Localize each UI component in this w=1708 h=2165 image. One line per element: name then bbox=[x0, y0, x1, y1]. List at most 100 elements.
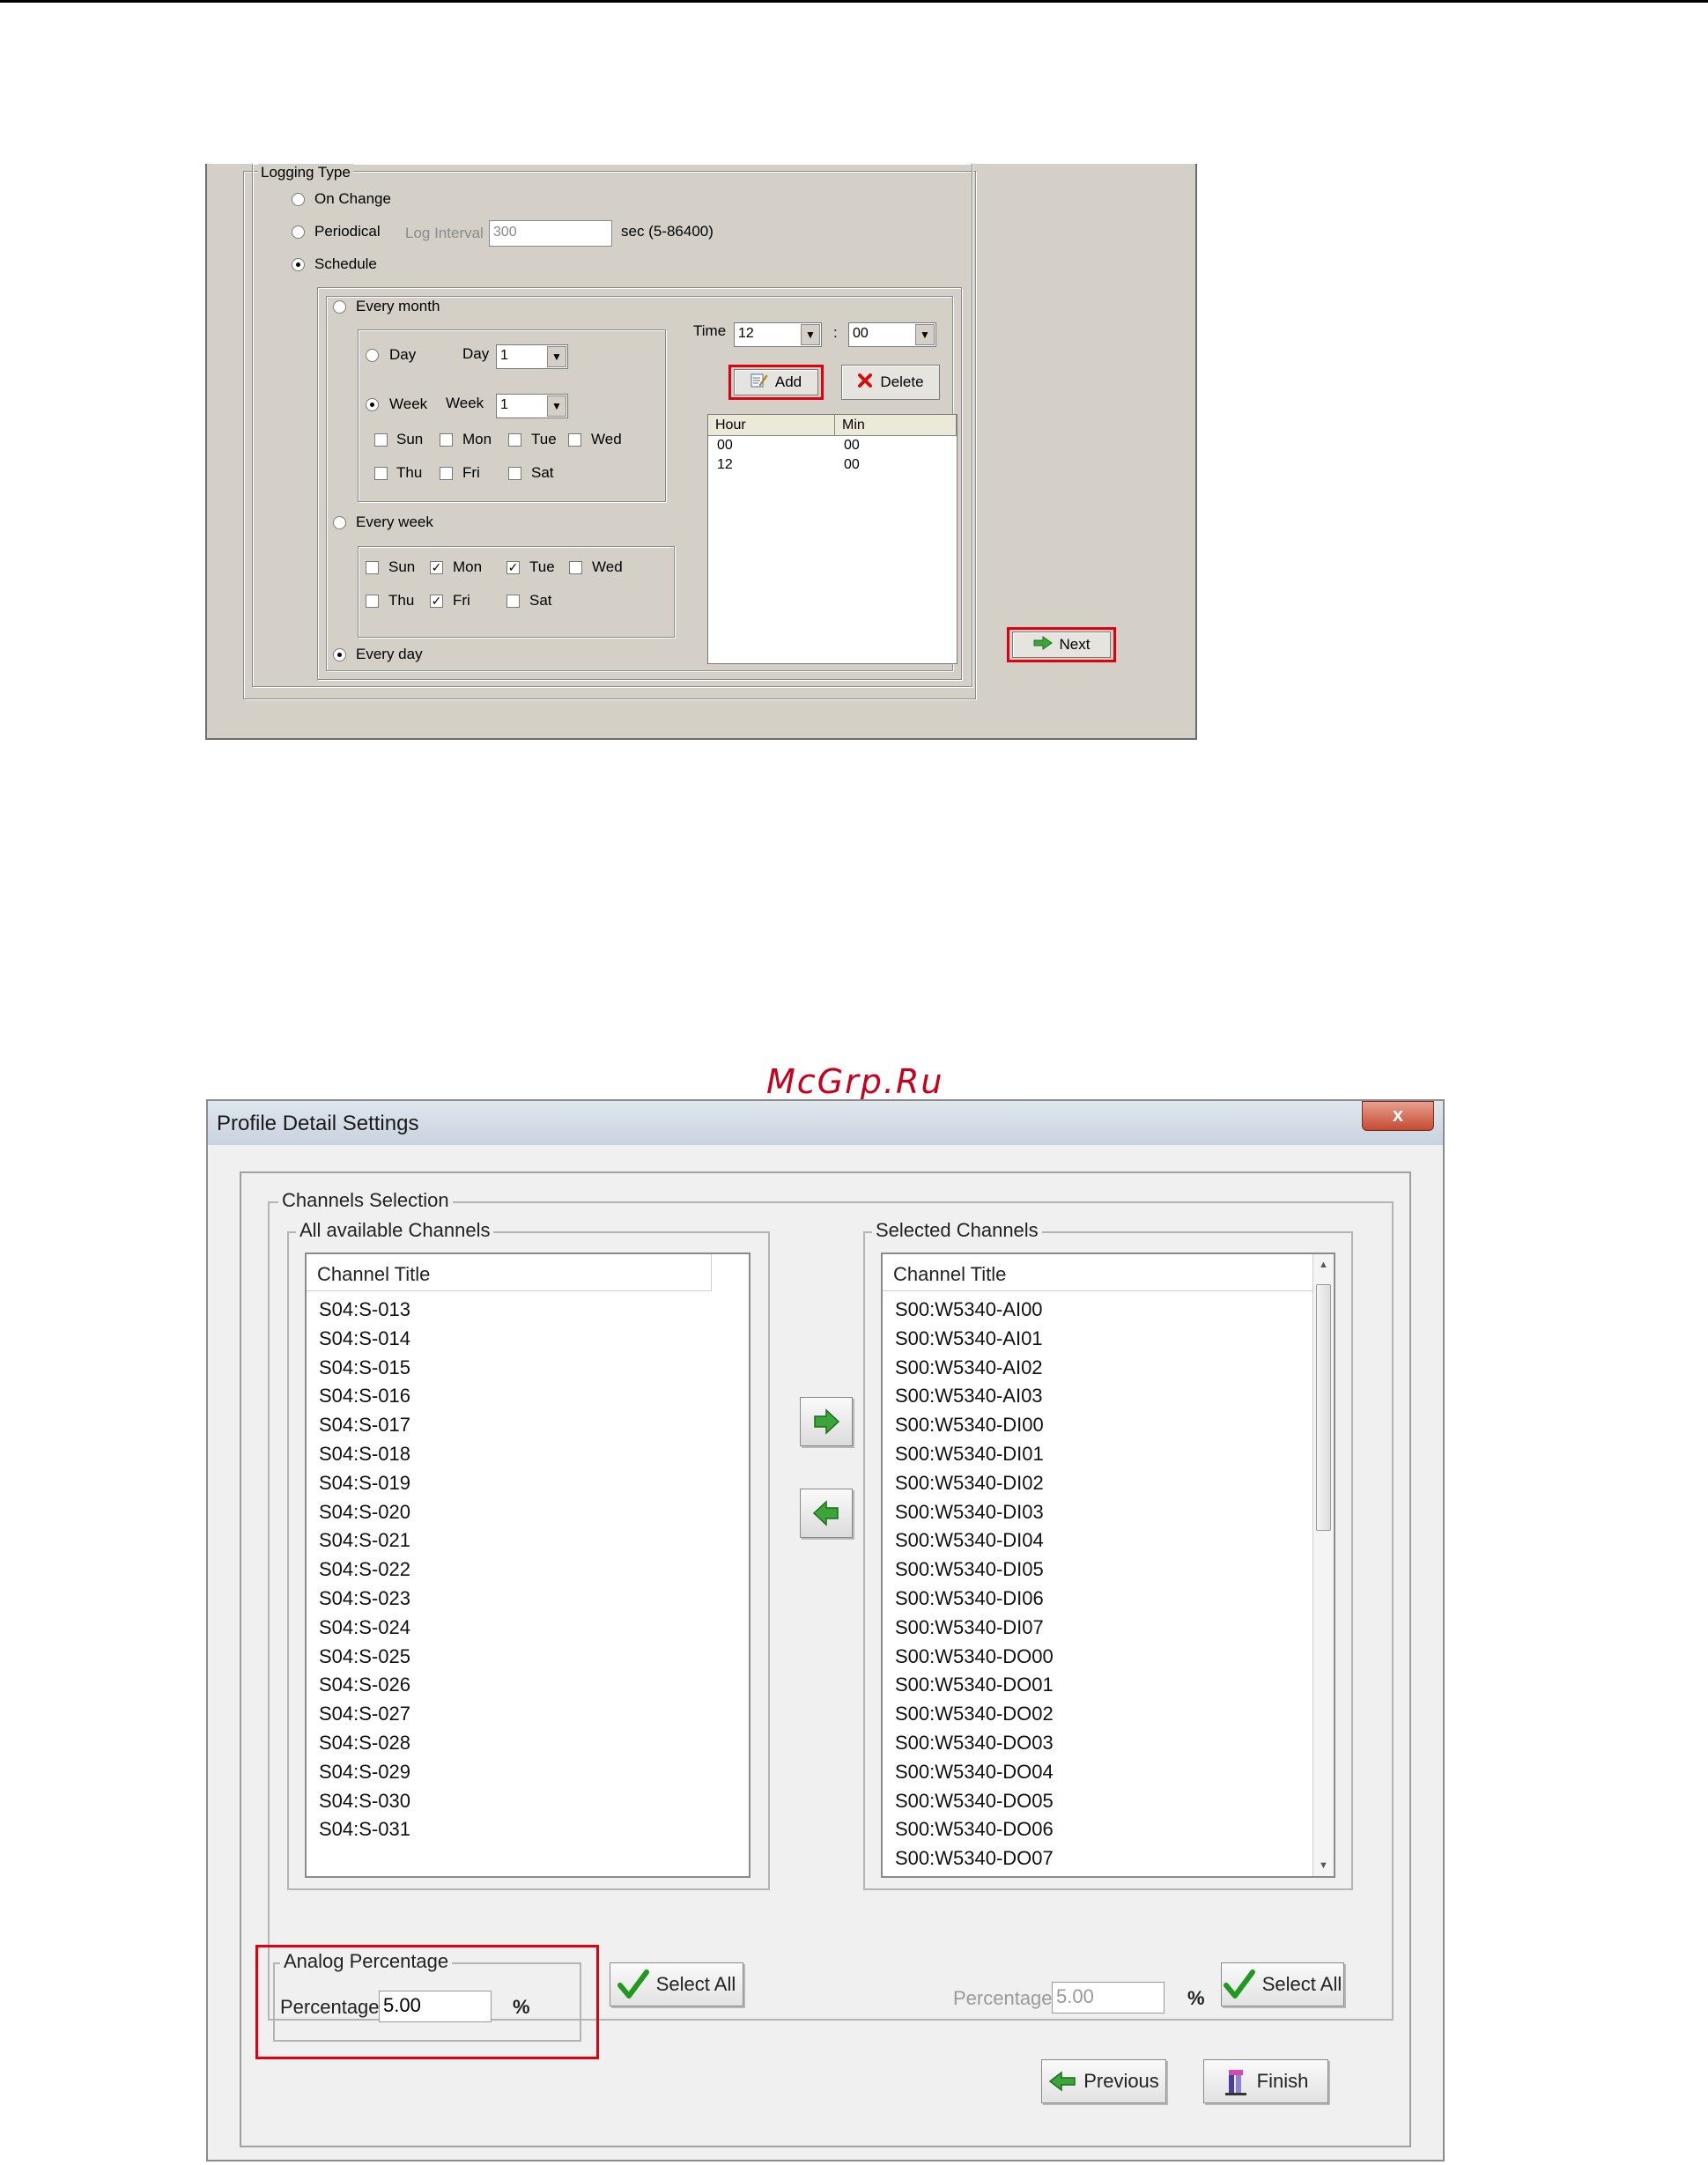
month-day-sat-checkbox[interactable] bbox=[508, 467, 521, 480]
list-item[interactable]: S00:W5340-DO00 bbox=[895, 1645, 1054, 1668]
list-item[interactable]: S00:W5340-DI03 bbox=[895, 1501, 1044, 1524]
list-item[interactable]: S00:W5340-DI06 bbox=[895, 1587, 1044, 1610]
week-day-mon-checkbox[interactable]: ✓ bbox=[430, 561, 443, 574]
week-day-wed-checkbox[interactable] bbox=[569, 561, 582, 574]
list-item[interactable]: S04:S-027 bbox=[319, 1703, 410, 1725]
month-day-wed-checkbox[interactable] bbox=[568, 433, 581, 447]
every-day-radio[interactable] bbox=[333, 648, 346, 661]
chevron-down-icon[interactable]: ▼ bbox=[801, 324, 820, 345]
on-change-radio[interactable] bbox=[292, 193, 305, 206]
checkmark-icon bbox=[617, 1969, 649, 1999]
list-item[interactable]: S04:S-017 bbox=[319, 1414, 410, 1437]
list-row-1-hour[interactable]: 00 bbox=[717, 438, 733, 454]
available-channels-list[interactable]: Channel Title S04:S-013 S04:S-014 S04:S-01… bbox=[305, 1252, 750, 1878]
list-item[interactable]: S04:S-016 bbox=[319, 1385, 410, 1408]
chevron-down-icon[interactable]: ▼ bbox=[915, 324, 935, 345]
schedule-time-list[interactable]: Hour Min 00 00 12 00 bbox=[707, 414, 958, 664]
schedule-radio[interactable] bbox=[292, 258, 305, 271]
week-select[interactable]: 1 ▼ bbox=[496, 394, 568, 418]
list-row-2-hour[interactable]: 12 bbox=[717, 457, 733, 473]
list-item[interactable]: S00:W5340-AI03 bbox=[895, 1385, 1043, 1408]
move-left-button[interactable] bbox=[800, 1489, 853, 1538]
list-item[interactable]: S04:S-030 bbox=[319, 1790, 410, 1813]
month-day-fri-checkbox[interactable] bbox=[440, 467, 453, 480]
scrollbar-thumb[interactable] bbox=[1316, 1284, 1331, 1531]
selected-column-header[interactable]: Channel Title bbox=[883, 1254, 1314, 1291]
month-day-mon-checkbox[interactable] bbox=[440, 433, 453, 447]
list-item[interactable]: S04:S-026 bbox=[319, 1674, 410, 1696]
scroll-up-icon[interactable]: ▲ bbox=[1319, 1260, 1328, 1270]
scroll-down-icon[interactable]: ▼ bbox=[1319, 1860, 1328, 1871]
list-item[interactable]: S04:S-020 bbox=[319, 1501, 410, 1524]
week-day-sun-checkbox[interactable] bbox=[366, 561, 379, 574]
log-interval-input[interactable]: 300 bbox=[489, 220, 612, 247]
list-item[interactable]: S00:W5340-DI05 bbox=[895, 1558, 1044, 1581]
close-button[interactable]: x bbox=[1362, 1101, 1434, 1131]
week-day-tue-checkbox[interactable]: ✓ bbox=[506, 561, 520, 574]
right-percentage-input[interactable]: 5.00 bbox=[1052, 1982, 1165, 2014]
list-item[interactable]: S00:W5340-AI00 bbox=[895, 1298, 1043, 1321]
list-item[interactable]: S04:S-018 bbox=[319, 1443, 410, 1466]
list-item[interactable]: S00:W5340-DO07 bbox=[895, 1847, 1054, 1870]
time-min-select[interactable]: 00 ▼ bbox=[848, 322, 936, 347]
chevron-down-icon[interactable]: ▼ bbox=[547, 346, 566, 367]
list-item[interactable]: S00:W5340-DO06 bbox=[895, 1818, 1054, 1841]
list-item[interactable]: S00:W5340-DI00 bbox=[895, 1414, 1044, 1437]
chevron-down-icon[interactable]: ▼ bbox=[547, 395, 566, 417]
delete-button[interactable]: Delete bbox=[841, 365, 940, 400]
month-day-thu-checkbox[interactable] bbox=[374, 467, 388, 480]
list-item[interactable]: S00:W5340-AI01 bbox=[895, 1327, 1043, 1350]
month-day-sun-checkbox[interactable] bbox=[374, 433, 388, 447]
list-item[interactable]: S00:W5340-DI01 bbox=[895, 1443, 1044, 1466]
available-column-header[interactable]: Channel Title bbox=[307, 1254, 712, 1291]
list-header-hour[interactable]: Hour bbox=[708, 415, 835, 436]
list-item[interactable]: S04:S-029 bbox=[319, 1761, 410, 1784]
list-row-1-min[interactable]: 00 bbox=[844, 438, 860, 454]
list-item[interactable]: S04:S-015 bbox=[319, 1356, 410, 1379]
week-label: Week bbox=[446, 395, 484, 411]
list-item[interactable]: S00:W5340-DO04 bbox=[895, 1761, 1054, 1784]
list-item[interactable]: S00:W5340-DI02 bbox=[895, 1472, 1044, 1495]
periodical-radio[interactable] bbox=[292, 225, 305, 239]
list-item[interactable]: S00:W5340-DO03 bbox=[895, 1732, 1054, 1755]
percentage-input[interactable]: 5.00 bbox=[379, 1991, 492, 2022]
week-day-sat-checkbox[interactable] bbox=[506, 595, 520, 608]
move-right-button[interactable] bbox=[800, 1397, 853, 1446]
week-day-thu-checkbox[interactable] bbox=[366, 595, 379, 608]
month-day-tue-checkbox[interactable] bbox=[508, 433, 521, 447]
select-all-right-button[interactable]: Select All bbox=[1221, 1962, 1344, 2006]
list-item[interactable]: S04:S-022 bbox=[319, 1558, 410, 1581]
day-radio[interactable] bbox=[366, 349, 379, 362]
finish-button[interactable]: Finish bbox=[1203, 2059, 1328, 2103]
list-item[interactable]: S04:S-021 bbox=[319, 1529, 410, 1552]
selected-list-scrollbar[interactable]: ▲ ▼ bbox=[1312, 1254, 1334, 1876]
week-day-thu-label: Thu bbox=[388, 592, 415, 609]
week-radio[interactable] bbox=[366, 398, 379, 411]
list-row-2-min[interactable]: 00 bbox=[844, 457, 860, 473]
list-item[interactable]: S04:S-019 bbox=[319, 1472, 410, 1495]
list-item[interactable]: S04:S-013 bbox=[319, 1298, 410, 1321]
list-item[interactable]: S04:S-025 bbox=[319, 1645, 410, 1668]
list-header-min[interactable]: Min bbox=[835, 415, 957, 436]
list-item[interactable]: S00:W5340-DO01 bbox=[895, 1674, 1054, 1696]
every-month-radio[interactable] bbox=[333, 300, 346, 314]
list-item[interactable]: S04:S-031 bbox=[319, 1818, 410, 1841]
time-hour-select[interactable]: 12 ▼ bbox=[734, 322, 822, 347]
list-item[interactable]: S00:W5340-DO02 bbox=[895, 1703, 1054, 1725]
list-item[interactable]: S00:W5340-DI07 bbox=[895, 1616, 1044, 1639]
list-item[interactable]: S00:W5340-DI04 bbox=[895, 1529, 1044, 1552]
previous-button[interactable]: Previous bbox=[1041, 2059, 1166, 2103]
select-all-button[interactable]: Select All bbox=[610, 1962, 743, 2006]
week-day-fri-checkbox[interactable]: ✓ bbox=[430, 595, 443, 608]
list-item[interactable]: S04:S-024 bbox=[319, 1616, 410, 1639]
every-week-radio[interactable] bbox=[333, 516, 346, 529]
list-item[interactable]: S04:S-014 bbox=[319, 1327, 410, 1350]
list-item[interactable]: S04:S-023 bbox=[319, 1587, 410, 1610]
day-select[interactable]: 1 ▼ bbox=[496, 344, 568, 369]
selected-channels-list[interactable]: Channel Title S00:W5340-AI00 S00:W5340-AI… bbox=[881, 1252, 1335, 1878]
list-item[interactable]: S00:W5340-AI02 bbox=[895, 1356, 1043, 1379]
list-item[interactable]: S04:S-028 bbox=[319, 1732, 410, 1755]
next-button[interactable]: Next bbox=[1012, 632, 1111, 658]
list-item[interactable]: S00:W5340-DO05 bbox=[895, 1790, 1054, 1813]
add-button[interactable]: Add bbox=[734, 369, 818, 395]
